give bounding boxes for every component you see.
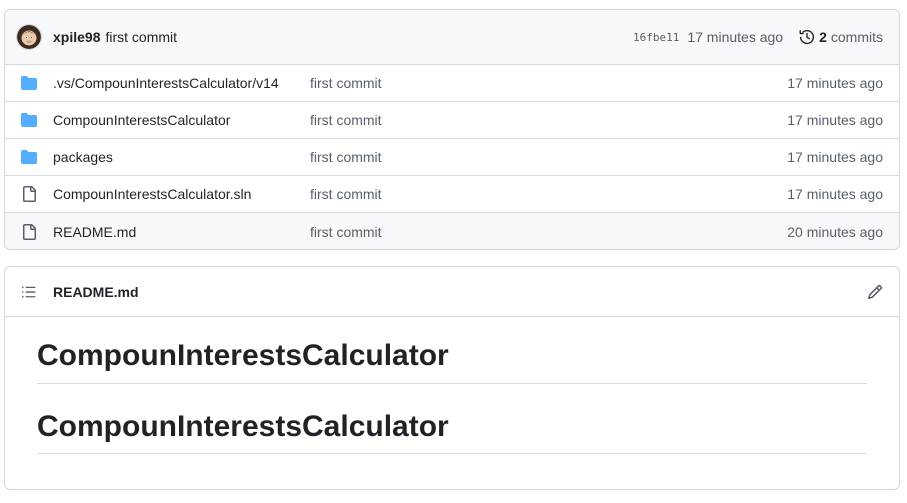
file-commit-message-link[interactable]: first commit [310, 149, 787, 165]
file-row[interactable]: CompounInterestsCalculator.sln first com… [5, 176, 899, 213]
author-avatar[interactable] [17, 25, 41, 49]
folder-icon [21, 149, 37, 165]
file-commit-message-link[interactable]: first commit [310, 75, 787, 91]
readme-box: README.md CompounInterestsCalculator Com… [4, 266, 900, 490]
commit-time: 17 minutes ago [687, 29, 784, 45]
readme-heading: CompounInterestsCalculator [37, 408, 867, 454]
file-row[interactable]: .vs/CompounInterestsCalculator/v14 first… [5, 65, 899, 102]
file-row[interactable]: packages first commit 17 minutes ago [5, 139, 899, 176]
history-icon [799, 30, 815, 45]
list-unordered-icon[interactable] [21, 284, 37, 300]
file-commit-message-link[interactable]: first commit [310, 186, 787, 202]
file-name-link[interactable]: packages [53, 149, 310, 165]
readme-heading: CompounInterestsCalculator [37, 337, 867, 384]
file-commit-time: 17 minutes ago [787, 112, 883, 128]
file-row[interactable]: CompounInterestsCalculator first commit … [5, 102, 899, 139]
pencil-icon[interactable] [867, 284, 883, 300]
file-commit-time: 17 minutes ago [787, 75, 883, 91]
file-name-link[interactable]: README.md [53, 224, 310, 240]
commit-message-link[interactable]: first commit [105, 29, 177, 45]
file-icon [21, 186, 37, 202]
file-name-link[interactable]: CompounInterestsCalculator.sln [53, 186, 310, 202]
commit-count: 2 [819, 29, 827, 45]
file-commit-time: 17 minutes ago [787, 149, 883, 165]
file-icon [21, 223, 37, 240]
folder-icon [21, 112, 37, 128]
readme-title-link[interactable]: README.md [53, 284, 139, 300]
folder-icon [21, 75, 37, 91]
file-commit-time: 17 minutes ago [787, 186, 883, 202]
file-row[interactable]: README.md first commit 20 minutes ago [5, 213, 899, 249]
commit-sha-link[interactable]: 16fbe11 [633, 31, 679, 44]
file-commit-time: 20 minutes ago [787, 223, 883, 240]
latest-commit-header: xpile98 first commit 16fbe11 17 minutes … [5, 10, 899, 65]
commit-author-link[interactable]: xpile98 [53, 29, 100, 45]
file-list-box: xpile98 first commit 16fbe11 17 minutes … [4, 9, 900, 250]
file-commit-message-link[interactable]: first commit [310, 112, 787, 128]
file-name-link[interactable]: CompounInterestsCalculator [53, 112, 310, 128]
readme-header: README.md [5, 267, 899, 317]
commit-history-link[interactable]: 2 commits [799, 29, 883, 45]
file-name-link[interactable]: .vs/CompounInterestsCalculator/v14 [53, 75, 310, 91]
file-commit-message-link[interactable]: first commit [310, 224, 787, 240]
commit-count-label: commits [830, 29, 883, 45]
readme-content: CompounInterestsCalculator CompounIntere… [5, 317, 899, 454]
